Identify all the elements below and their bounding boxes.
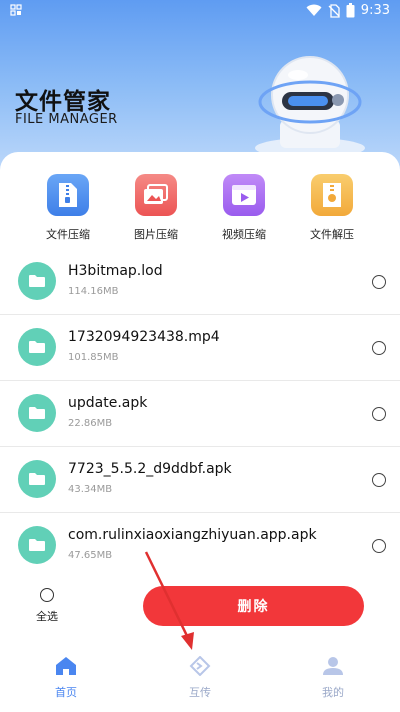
bottom-tab-bar: 首页 互传 我的: [0, 650, 400, 712]
app-notification-icon: [10, 4, 22, 16]
file-select-radio[interactable]: [372, 473, 386, 487]
file-list: H3bitmap.lod 114.16MB 1732094923438.mp4 …: [0, 249, 400, 578]
file-size: 43.34MB: [68, 484, 113, 495]
file-row[interactable]: 7723_5.5.2_d9ddbf.apk 43.34MB: [0, 447, 400, 513]
select-all-toggle[interactable]: 全选: [30, 588, 64, 624]
tool-label: 图片压缩: [134, 228, 178, 241]
tool-grid: 文件压缩 图片压缩 视频压缩 文件解压: [0, 174, 400, 246]
file-row[interactable]: com.rulinxiaoxiangzhiyuan.app.apk 47.65M…: [0, 513, 400, 578]
file-name: update.apk: [68, 395, 148, 411]
file-row[interactable]: H3bitmap.lod 114.16MB: [0, 249, 400, 315]
file-name: 1732094923438.mp4: [68, 329, 220, 345]
file-select-radio[interactable]: [372, 407, 386, 421]
file-name: com.rulinxiaoxiangzhiyuan.app.apk: [68, 527, 317, 543]
file-row[interactable]: update.apk 22.86MB: [0, 381, 400, 447]
folder-icon: [18, 394, 56, 432]
file-select-radio[interactable]: [372, 539, 386, 553]
file-size: 47.65MB: [68, 550, 113, 561]
app-subtitle: FILE MANAGER: [15, 112, 118, 127]
image-compress-icon: [135, 174, 177, 216]
file-size: 114.16MB: [68, 286, 119, 297]
wifi-icon: [306, 4, 322, 16]
zip-file-icon: [47, 174, 89, 216]
home-icon: [56, 657, 76, 675]
robot-mascot-illustration: [255, 56, 365, 158]
file-name: H3bitmap.lod: [68, 263, 163, 279]
tool-file-compress[interactable]: 文件压缩: [24, 174, 112, 242]
tab-home[interactable]: 首页: [31, 656, 101, 700]
tool-label: 文件压缩: [46, 228, 90, 241]
tool-video-compress[interactable]: 视频压缩: [200, 174, 288, 242]
folder-icon: [18, 460, 56, 498]
main-card: 文件压缩 图片压缩 视频压缩 文件解压 H3bitmap.lod 114.16M…: [0, 152, 400, 622]
tool-label: 视频压缩: [222, 228, 266, 241]
tool-image-compress[interactable]: 图片压缩: [112, 174, 200, 242]
action-bar: 全选 删除: [0, 580, 400, 636]
file-select-radio[interactable]: [372, 275, 386, 289]
battery-icon: [346, 3, 355, 18]
file-select-radio[interactable]: [372, 341, 386, 355]
user-icon: [323, 657, 343, 675]
tab-label: 互传: [189, 686, 211, 699]
clock: 9:33: [360, 3, 390, 18]
file-name: 7723_5.5.2_d9ddbf.apk: [68, 461, 232, 477]
file-row[interactable]: 1732094923438.mp4 101.85MB: [0, 315, 400, 381]
tab-label: 首页: [55, 686, 77, 699]
folder-icon: [18, 328, 56, 366]
no-sim-icon: [328, 3, 340, 18]
tab-transfer[interactable]: 互传: [165, 655, 235, 700]
file-size: 22.86MB: [68, 418, 113, 429]
tool-label: 文件解压: [310, 228, 354, 241]
video-compress-icon: [223, 174, 265, 216]
select-all-radio[interactable]: [40, 588, 54, 602]
app-title: 文件管家: [15, 89, 111, 115]
file-size: 101.85MB: [68, 352, 119, 363]
unzip-file-icon: [311, 174, 353, 216]
delete-button[interactable]: 删除: [143, 586, 364, 626]
folder-icon: [18, 262, 56, 300]
folder-icon: [18, 526, 56, 564]
tab-profile[interactable]: 我的: [298, 656, 368, 700]
status-bar: 9:33: [0, 0, 400, 24]
tab-label: 我的: [322, 686, 344, 699]
select-all-label: 全选: [36, 610, 58, 623]
transfer-icon: [189, 655, 211, 677]
tool-file-unzip[interactable]: 文件解压: [288, 174, 376, 242]
